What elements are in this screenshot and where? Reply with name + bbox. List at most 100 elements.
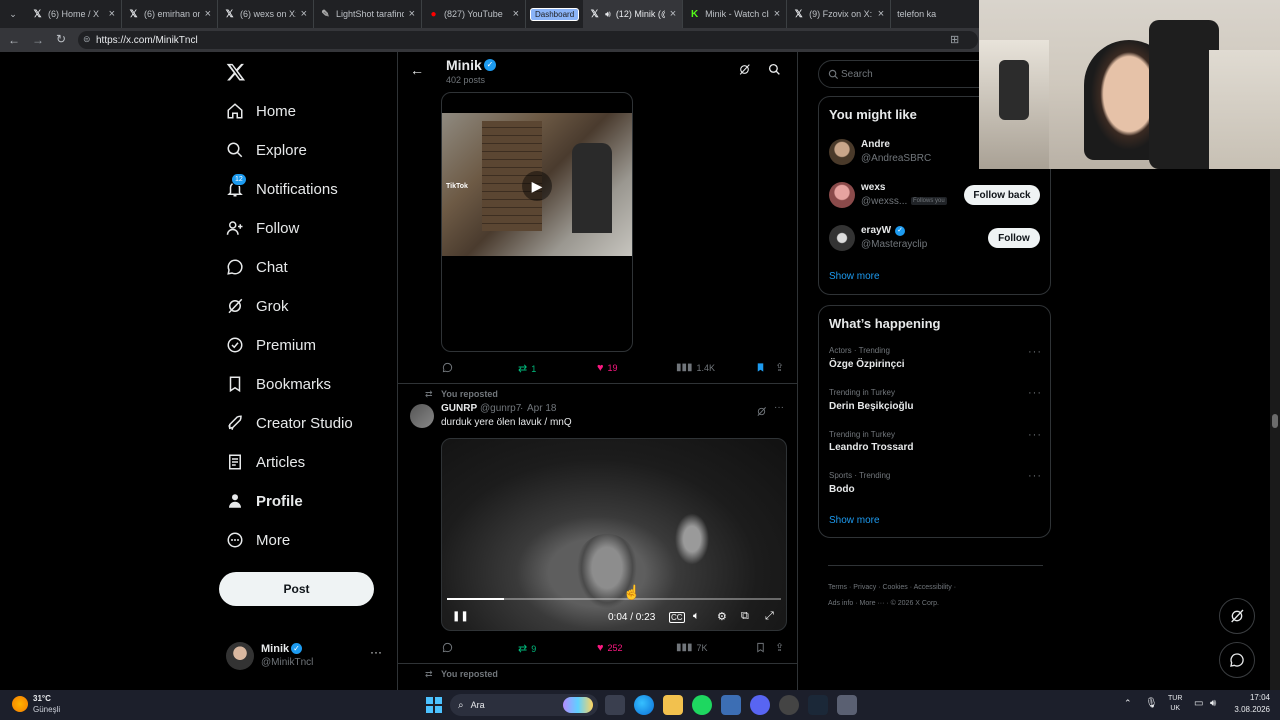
browser-tab[interactable]: 𝕏 (6) emirhan on X: ' × bbox=[122, 0, 218, 28]
calculator-icon[interactable] bbox=[837, 695, 857, 715]
more-horizontal-icon[interactable]: ··· bbox=[1028, 470, 1042, 482]
nav-follow[interactable]: Follow bbox=[226, 210, 299, 246]
more-horizontal-icon[interactable]: ··· bbox=[1028, 387, 1042, 399]
weather-label[interactable]: Güneşli bbox=[33, 705, 60, 714]
share-icon[interactable]: ⇪ bbox=[775, 361, 784, 374]
captions-icon[interactable]: CC bbox=[669, 612, 685, 623]
avatar[interactable] bbox=[829, 139, 855, 165]
footer-link-privacy[interactable]: Privacy bbox=[853, 584, 876, 591]
settings-gear-icon[interactable]: ⚙ bbox=[717, 610, 727, 623]
avatar[interactable] bbox=[410, 404, 434, 428]
video-progress-track[interactable] bbox=[447, 598, 781, 600]
nav-explore[interactable]: Explore bbox=[226, 132, 307, 168]
browser-tab[interactable]: 𝕏 (9) Fzovix on X: "E × bbox=[787, 0, 892, 28]
microphone-icon[interactable]: 🎙︎ bbox=[1145, 698, 1158, 709]
nav-creator-studio[interactable]: Creator Studio bbox=[226, 405, 353, 441]
display-icon[interactable]: ▭ bbox=[1194, 698, 1203, 709]
reload-icon[interactable]: ↻ bbox=[56, 32, 66, 46]
views-button[interactable]: ▮▮▮ 7K bbox=[676, 642, 708, 653]
close-icon[interactable]: × bbox=[301, 8, 307, 20]
browser-tab-active[interactable]: 𝕏 🔊︎ (12) Minik (@ × bbox=[583, 0, 684, 28]
grok-icon[interactable] bbox=[756, 404, 767, 422]
more-horizontal-icon[interactable]: ··· bbox=[370, 645, 382, 659]
close-icon[interactable]: × bbox=[878, 8, 884, 20]
nav-profile[interactable]: Profile bbox=[226, 483, 303, 519]
more-horizontal-icon[interactable]: ··· bbox=[1028, 346, 1042, 358]
suggested-user-name[interactable]: wexs bbox=[861, 182, 885, 193]
suggested-user-name[interactable]: erayW bbox=[861, 225, 891, 236]
grok-icon[interactable] bbox=[738, 63, 751, 81]
clock-time[interactable]: 17:04 bbox=[1236, 693, 1270, 702]
views-button[interactable]: ▮▮▮ 1.4K bbox=[676, 362, 715, 373]
site-info-icon[interactable]: ⊜ bbox=[83, 34, 91, 45]
like-button[interactable]: ♥ 252 bbox=[597, 642, 623, 654]
edge-icon[interactable] bbox=[634, 695, 654, 715]
scrollbar-thumb[interactable] bbox=[1272, 414, 1278, 428]
file-explorer-icon[interactable] bbox=[663, 695, 683, 715]
language-indicator[interactable]: TUR UK bbox=[1168, 694, 1182, 714]
url-field[interactable]: ⊜ https://x.com/MinikTncl bbox=[78, 31, 978, 49]
browser-tab[interactable]: K Minik - Watch clip × bbox=[683, 0, 788, 28]
trend-name[interactable]: Derin Beşikçioğlu bbox=[829, 401, 913, 412]
chevron-up-icon[interactable]: ⌃ bbox=[1124, 698, 1132, 709]
close-icon[interactable]: × bbox=[774, 8, 780, 20]
post-button[interactable]: Post bbox=[219, 572, 374, 606]
volume-icon[interactable]: 🔈︎ bbox=[693, 610, 700, 623]
browser-tab[interactable]: 𝕏 (6) wexs on X: "eski × bbox=[218, 0, 314, 28]
fullscreen-icon[interactable]: ⤢ bbox=[765, 610, 774, 623]
reply-button[interactable] bbox=[442, 362, 453, 373]
close-icon[interactable]: × bbox=[109, 8, 115, 20]
trend-name[interactable]: Leandro Trossard bbox=[829, 442, 913, 453]
play-icon[interactable]: ▶ bbox=[522, 171, 552, 201]
steam-icon[interactable] bbox=[808, 695, 828, 715]
grok-fab-button[interactable] bbox=[1219, 598, 1255, 634]
show-more-link[interactable]: Show more bbox=[829, 515, 880, 526]
browser-tab[interactable]: 𝕏 (6) Home / X × bbox=[26, 0, 122, 28]
more-horizontal-icon[interactable]: ··· bbox=[1028, 429, 1042, 441]
nav-more[interactable]: More bbox=[226, 522, 290, 558]
browser-tab[interactable]: ✎ LightShot tarafinda × bbox=[314, 0, 422, 28]
tweet-date[interactable]: Apr 18 bbox=[527, 403, 556, 414]
nav-articles[interactable]: Articles bbox=[226, 444, 305, 480]
tweet-video[interactable]: TikTok ▶ bbox=[441, 92, 633, 352]
x-logo-icon[interactable] bbox=[226, 62, 248, 84]
more-horizontal-icon[interactable]: ··· bbox=[774, 402, 784, 413]
avatar[interactable] bbox=[829, 225, 855, 251]
volume-icon[interactable]: 🔊︎ bbox=[1210, 698, 1216, 709]
forward-icon[interactable]: → bbox=[32, 33, 44, 47]
reply-button[interactable] bbox=[442, 642, 453, 653]
avatar[interactable] bbox=[829, 182, 855, 208]
share-icon[interactable]: ⇪ bbox=[775, 641, 784, 654]
tab-search-button[interactable]: ⌄ bbox=[0, 0, 26, 28]
back-arrow-icon[interactable]: ← bbox=[410, 62, 424, 78]
account-switcher[interactable]: Minik ✓ @MinikTncl ··· bbox=[226, 640, 386, 674]
bookmark-button[interactable] bbox=[755, 362, 766, 373]
footer-link-cookies[interactable]: Cookies bbox=[882, 584, 907, 591]
chat-fab-button[interactable] bbox=[1219, 642, 1255, 678]
pause-icon[interactable]: ❚❚ bbox=[452, 611, 469, 622]
footer-link-terms[interactable]: Terms bbox=[828, 584, 847, 591]
like-button[interactable]: ♥ 19 bbox=[597, 362, 618, 374]
nav-notifications[interactable]: 12 Notifications bbox=[226, 171, 338, 207]
nav-grok[interactable]: Grok bbox=[226, 288, 289, 324]
app-icon[interactable] bbox=[779, 695, 799, 715]
nav-bookmarks[interactable]: Bookmarks bbox=[226, 366, 331, 402]
show-more-link[interactable]: Show more bbox=[829, 271, 880, 282]
task-view-icon[interactable] bbox=[605, 695, 625, 715]
close-icon[interactable]: × bbox=[409, 8, 415, 20]
tab-group-label[interactable]: Dashboard bbox=[530, 7, 580, 21]
browser-tab[interactable]: telefon ka bbox=[891, 0, 951, 28]
footer-link-more[interactable]: More ··· bbox=[860, 600, 885, 607]
follow-button[interactable]: Follow bbox=[988, 228, 1040, 248]
follow-back-button[interactable]: Follow back bbox=[964, 185, 1040, 205]
repost-button[interactable]: ⇄ 1 bbox=[518, 362, 536, 375]
nav-premium[interactable]: Premium bbox=[226, 327, 316, 363]
bookmark-button[interactable] bbox=[755, 642, 766, 653]
translate-icon[interactable]: ⊞ bbox=[950, 33, 959, 46]
clock-date[interactable]: 3.08.2026 bbox=[1226, 705, 1270, 714]
trend-name[interactable]: Bodo bbox=[829, 484, 855, 495]
picture-in-picture-icon[interactable]: ⧉ bbox=[741, 610, 749, 623]
app-icon[interactable] bbox=[721, 695, 741, 715]
close-icon[interactable]: × bbox=[513, 8, 519, 20]
nav-chat[interactable]: Chat bbox=[226, 249, 288, 285]
